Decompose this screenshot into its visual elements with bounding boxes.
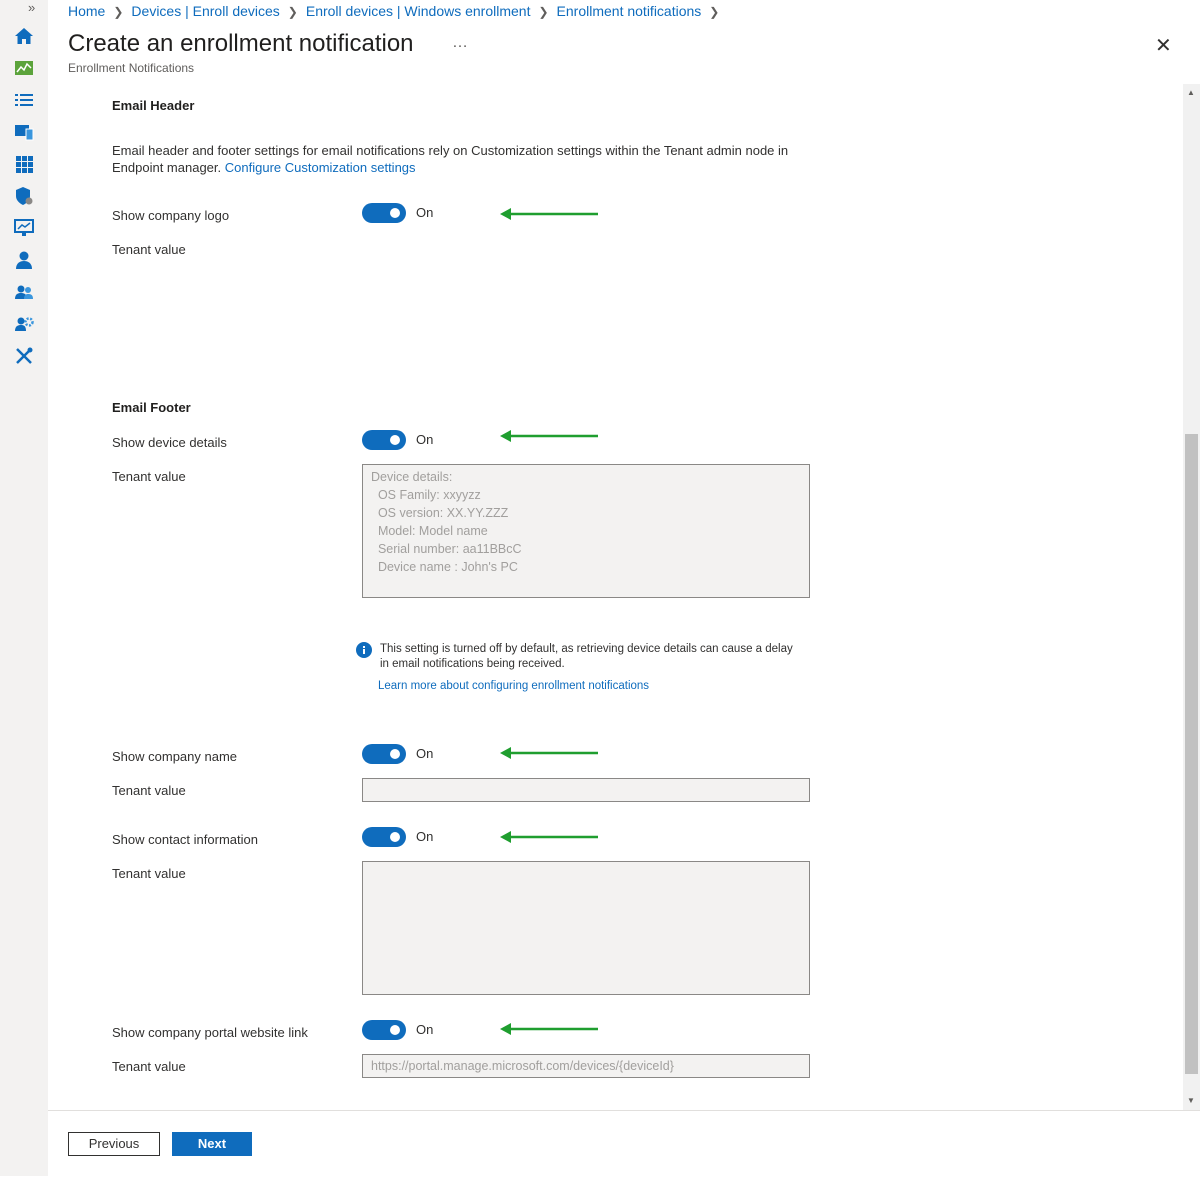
endpoint-security-icon[interactable] bbox=[14, 186, 34, 206]
show-device-details-state: On bbox=[416, 432, 434, 447]
learn-more-link[interactable]: Learn more about configuring enrollment … bbox=[378, 680, 649, 692]
show-company-name-toggle[interactable] bbox=[362, 744, 406, 764]
show-device-details-toggle[interactable] bbox=[362, 430, 406, 450]
close-icon[interactable]: ✕ bbox=[1155, 33, 1172, 58]
breadcrumb-enrollment-notifications[interactable]: Enrollment notifications bbox=[557, 3, 702, 19]
scroll-down-icon[interactable]: ▼ bbox=[1187, 1096, 1195, 1105]
toggle-knob bbox=[390, 749, 400, 759]
company-name-tenant-value-label: Tenant value bbox=[112, 783, 186, 798]
show-device-details-label: Show device details bbox=[112, 435, 227, 450]
toggle-knob bbox=[390, 1025, 400, 1035]
chevron-right-icon: ❯ bbox=[538, 5, 549, 19]
toggle-knob bbox=[390, 832, 400, 842]
previous-button[interactable]: Previous bbox=[68, 1132, 160, 1156]
show-company-name-label: Show company name bbox=[112, 749, 238, 764]
expand-nav-icon[interactable]: » bbox=[28, 0, 35, 15]
logo-tenant-value-label: Tenant value bbox=[112, 242, 186, 257]
breadcrumb-home[interactable]: Home bbox=[68, 3, 105, 19]
contact-info-value bbox=[363, 862, 809, 868]
company-name-value bbox=[363, 779, 809, 783]
show-company-logo-label: Show company logo bbox=[112, 208, 230, 223]
chevron-right-icon: ❯ bbox=[287, 5, 298, 19]
page-title: Create an enrollment notification bbox=[68, 30, 414, 57]
tenant-admin-icon[interactable] bbox=[14, 314, 34, 334]
show-company-name-state: On bbox=[416, 746, 434, 761]
show-contact-info-state: On bbox=[416, 829, 434, 844]
info-icon bbox=[356, 642, 372, 658]
users-icon[interactable] bbox=[14, 250, 34, 270]
apps-icon[interactable] bbox=[14, 154, 34, 174]
troubleshooting-icon[interactable] bbox=[14, 346, 34, 366]
company-name-field[interactable] bbox=[362, 778, 810, 802]
reports-icon[interactable] bbox=[14, 218, 34, 238]
breadcrumb-windows-enrollment[interactable]: Enroll devices | Windows enrollment bbox=[306, 3, 531, 19]
all-services-icon[interactable] bbox=[14, 90, 34, 110]
device-details-tenant-value-label: Tenant value bbox=[112, 469, 186, 484]
email-header-heading: Email Header bbox=[112, 98, 195, 113]
scrollbar-thumb[interactable] bbox=[1185, 434, 1198, 1074]
annotation-arrow-icon bbox=[500, 208, 598, 220]
page-subtitle: Enrollment Notifications bbox=[68, 61, 195, 75]
content-scrollbar[interactable]: ▲ ▼ bbox=[1183, 84, 1200, 1110]
devices-icon[interactable] bbox=[14, 122, 34, 142]
show-company-logo-toggle[interactable] bbox=[362, 203, 406, 223]
show-portal-link-label: Show company portal website link bbox=[112, 1025, 308, 1040]
annotation-arrow-icon bbox=[500, 747, 598, 759]
contact-info-textarea[interactable] bbox=[362, 861, 810, 995]
breadcrumb-enroll-devices[interactable]: Devices | Enroll devices bbox=[131, 3, 279, 19]
portal-link-tenant-value-label: Tenant value bbox=[112, 1059, 186, 1074]
annotation-arrow-icon bbox=[500, 430, 598, 442]
annotation-arrow-icon bbox=[500, 1023, 598, 1035]
groups-icon[interactable] bbox=[14, 282, 34, 302]
form-content: Email Header Email header and footer set… bbox=[48, 84, 1182, 1110]
home-icon[interactable] bbox=[14, 26, 34, 46]
dashboard-icon[interactable] bbox=[14, 58, 34, 78]
show-company-logo-state: On bbox=[416, 205, 434, 220]
device-details-info-text: This setting is turned off by default, a… bbox=[380, 643, 793, 670]
show-portal-link-toggle[interactable] bbox=[362, 1020, 406, 1040]
toggle-knob bbox=[390, 435, 400, 445]
scroll-up-icon[interactable]: ▲ bbox=[1187, 88, 1195, 97]
contact-info-tenant-value-label: Tenant value bbox=[112, 866, 186, 881]
next-button[interactable]: Next bbox=[172, 1132, 252, 1156]
breadcrumb: Home ❯ Devices | Enroll devices ❯ Enroll dev… bbox=[68, 3, 727, 19]
show-portal-link-state: On bbox=[416, 1022, 434, 1037]
left-nav: » bbox=[0, 0, 48, 1176]
wizard-footer: Previous Next bbox=[48, 1110, 1200, 1177]
portal-link-field[interactable]: https://portal.manage.microsoft.com/devi… bbox=[362, 1054, 810, 1078]
more-options-icon[interactable]: … bbox=[452, 34, 469, 52]
description-text: Email header and footer settings for ema… bbox=[112, 143, 789, 175]
annotation-arrow-icon bbox=[500, 831, 598, 843]
device-details-textarea[interactable]: Device details: OS Family: xxyyzz OS ver… bbox=[362, 464, 810, 598]
show-contact-info-label: Show contact information bbox=[112, 832, 258, 847]
show-contact-info-toggle[interactable] bbox=[362, 827, 406, 847]
device-details-value: Device details: OS Family: xxyyzz OS ver… bbox=[371, 470, 522, 574]
toggle-knob bbox=[390, 208, 400, 218]
portal-link-value: https://portal.manage.microsoft.com/devi… bbox=[371, 1059, 674, 1073]
configure-customization-link[interactable]: Configure Customization settings bbox=[225, 160, 416, 175]
email-footer-heading: Email Footer bbox=[112, 400, 191, 415]
email-header-description: Email header and footer settings for ema… bbox=[112, 142, 812, 176]
chevron-right-icon: ❯ bbox=[113, 5, 124, 19]
chevron-right-icon: ❯ bbox=[709, 5, 720, 19]
